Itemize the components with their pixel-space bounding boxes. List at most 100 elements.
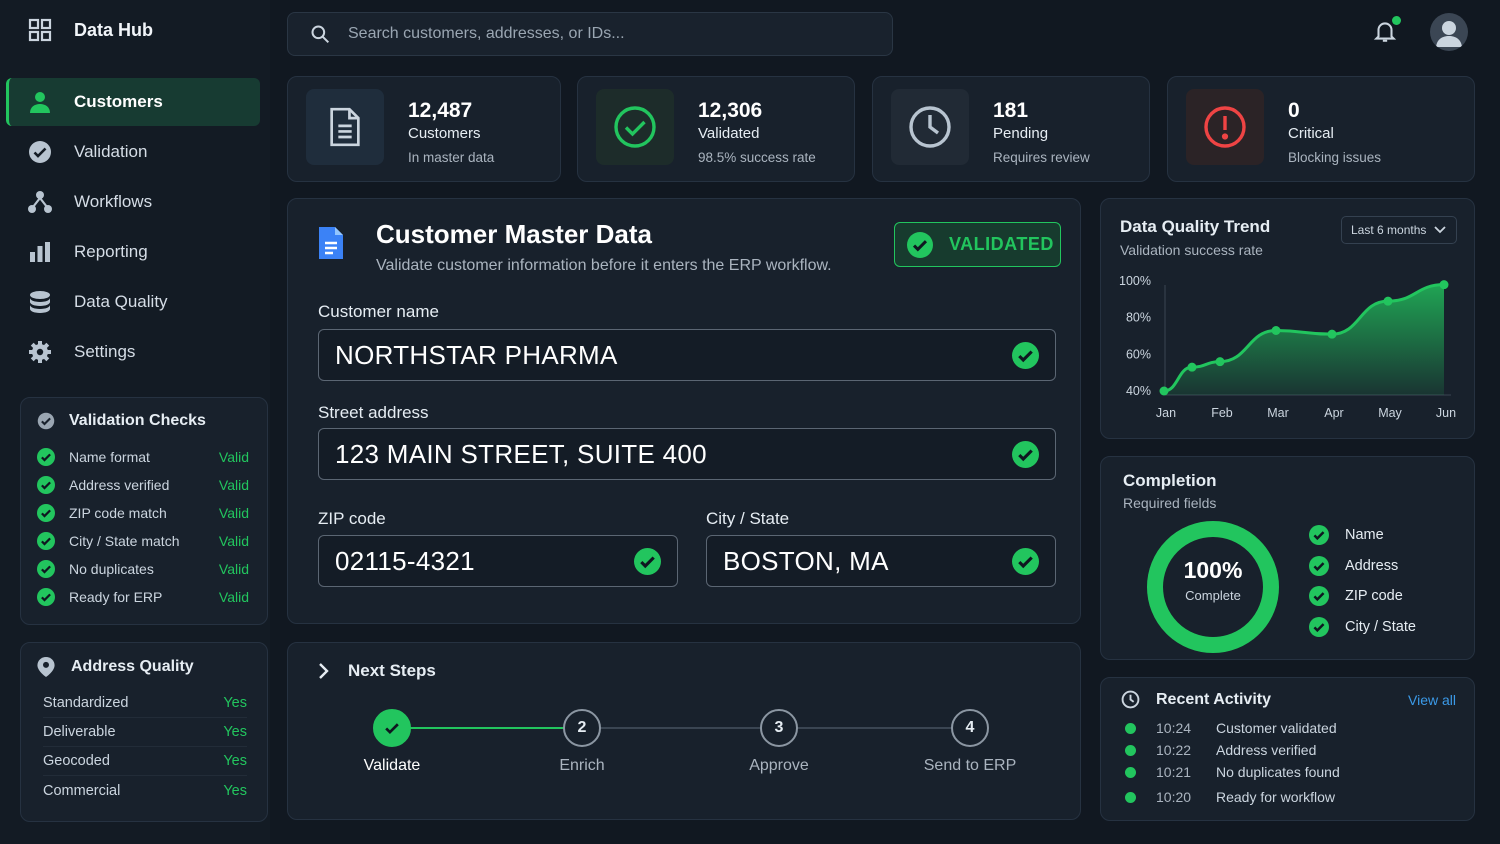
- avatar[interactable]: [1430, 13, 1468, 51]
- completion-item-label: City / State: [1345, 619, 1416, 635]
- y-tick-label: 40%: [1126, 384, 1151, 398]
- step-enrich[interactable]: 2 Enrich: [522, 709, 642, 775]
- city-state-value: BOSTON, MA: [723, 545, 889, 576]
- sidebar-nav: Customers Validation Workflows Reporting…: [6, 78, 260, 378]
- sidebar-item-label: Settings: [74, 342, 136, 361]
- customer-name-label: Customer name: [318, 302, 439, 321]
- sidebar-item-settings[interactable]: Settings: [6, 328, 260, 376]
- zip-code-value: 02115-4321: [335, 545, 475, 576]
- activity-time: 10:24: [1156, 720, 1192, 736]
- sidebar-item-label: Workflows: [74, 192, 153, 211]
- aq-value: Yes: [223, 753, 247, 769]
- clock-icon: [891, 89, 969, 165]
- zip-code-label: ZIP code: [318, 509, 386, 528]
- sidebar-item-reporting[interactable]: Reporting: [6, 228, 260, 276]
- stat-sub: Blocking issues: [1288, 150, 1382, 165]
- check-icon: [37, 504, 55, 522]
- search-bar[interactable]: [287, 12, 893, 56]
- stat-card-customers[interactable]: 12,487 Customers In master data: [287, 76, 561, 182]
- document-icon: [306, 89, 384, 165]
- check-status: Valid: [218, 505, 249, 521]
- aq-label: Geocoded: [43, 753, 110, 769]
- stat-card-pending[interactable]: 181 Pending Requires review: [872, 76, 1150, 182]
- view-all-link[interactable]: View all: [1408, 692, 1456, 708]
- step-label: Approve: [749, 757, 809, 774]
- trend-point: [1271, 326, 1281, 335]
- form-title: Customer Master Data: [376, 219, 652, 249]
- next-steps-header[interactable]: Next Steps: [318, 661, 436, 681]
- x-tick-label: May: [1378, 406, 1402, 420]
- step-approve[interactable]: 3 Approve: [719, 709, 839, 775]
- activity-text: Ready for workflow: [1216, 789, 1336, 805]
- trend-point: [1327, 329, 1337, 339]
- app-title: Data Hub: [74, 19, 154, 40]
- sidebar-item-customers[interactable]: Customers: [6, 78, 260, 126]
- stat-card-critical[interactable]: 0 Critical Blocking issues: [1167, 76, 1475, 182]
- alert-icon: [1186, 89, 1264, 165]
- check-row: City / State match Valid: [37, 532, 249, 550]
- check-icon: [1012, 547, 1039, 575]
- stat-sub: 98.5% success rate: [698, 150, 816, 165]
- stat-sub: In master data: [408, 150, 495, 165]
- user-icon: [30, 92, 50, 113]
- check-icon: [37, 560, 55, 578]
- location-pin-icon: [37, 657, 55, 677]
- stat-label: Pending: [993, 125, 1049, 142]
- street-address-label: Street address: [318, 403, 429, 422]
- check-icon: [1309, 525, 1329, 545]
- step-send-to-erp[interactable]: 4 Send to ERP: [910, 709, 1030, 775]
- next-steps-title: Next Steps: [348, 661, 436, 680]
- activity-text: Address verified: [1216, 742, 1317, 758]
- activity-text: Customer validated: [1216, 720, 1337, 736]
- x-tick-label: Apr: [1324, 406, 1343, 420]
- check-badge-icon: [37, 412, 55, 430]
- sidebar-item-validation[interactable]: Validation: [6, 128, 260, 176]
- x-tick-label: Feb: [1211, 406, 1233, 420]
- step-check-icon: [373, 709, 411, 747]
- customer-name-field[interactable]: NORTHSTAR PHARMA: [318, 329, 1056, 381]
- validation-checks-title: Validation Checks: [69, 412, 206, 429]
- check-icon: [634, 547, 661, 575]
- stat-card-validated[interactable]: 12,306 Validated 98.5% success rate: [577, 76, 855, 182]
- check-label: Name format: [69, 449, 150, 465]
- data-quality-trend-panel: Data Quality Trend Validation success ra…: [1100, 198, 1475, 439]
- sidebar-item-workflows[interactable]: Workflows: [6, 178, 260, 226]
- street-address-field[interactable]: 123 MAIN STREET, SUITE 400: [318, 428, 1056, 480]
- aq-label: Commercial: [43, 783, 121, 799]
- activity-item: 10:21 No duplicates found: [1125, 764, 1340, 780]
- check-icon: [1309, 617, 1329, 637]
- completion-item: City / State: [1309, 617, 1416, 637]
- step-validate[interactable]: Validate: [332, 709, 452, 775]
- notifications-button[interactable]: [1372, 16, 1401, 49]
- check-icon: [1309, 586, 1329, 606]
- brand[interactable]: Data Hub: [28, 18, 153, 42]
- check-label: No duplicates: [69, 561, 154, 577]
- activity-item: 10:20 Ready for workflow: [1125, 789, 1335, 805]
- check-row: No duplicates Valid: [37, 560, 249, 578]
- zip-code-field[interactable]: 02115-4321: [318, 535, 678, 587]
- chevron-right-icon: [319, 663, 329, 679]
- stat-value: 181: [993, 99, 1029, 122]
- trend-area: [1164, 284, 1444, 395]
- trend-point: [1439, 280, 1449, 290]
- database-icon: [30, 291, 50, 313]
- stat-value: 0: [1288, 99, 1300, 122]
- form-subtitle: Validate customer information before it …: [376, 257, 832, 274]
- completion-subtitle: Required fields: [1123, 495, 1217, 511]
- sidebar-item-data-quality[interactable]: Data Quality: [6, 278, 260, 326]
- check-icon: [37, 532, 55, 550]
- activity-time: 10:21: [1156, 764, 1192, 780]
- status-dot: [1125, 766, 1136, 778]
- aq-label: Deliverable: [43, 724, 116, 740]
- activity-time: 10:22: [1156, 742, 1192, 758]
- city-state-field[interactable]: BOSTON, MA: [706, 535, 1056, 587]
- sidebar-item-label: Data Quality: [74, 292, 168, 311]
- completion-center: 100% Complete: [1145, 557, 1281, 603]
- activity-item: 10:24 Customer validated: [1125, 720, 1337, 736]
- address-quality-title: Address Quality: [71, 658, 194, 675]
- badge-label: VALIDATED: [949, 234, 1054, 254]
- activity-time: 10:20: [1156, 789, 1192, 805]
- search-input[interactable]: [348, 25, 848, 43]
- city-state-label: City / State: [706, 509, 790, 528]
- sidebar-item-label: Validation: [74, 142, 148, 161]
